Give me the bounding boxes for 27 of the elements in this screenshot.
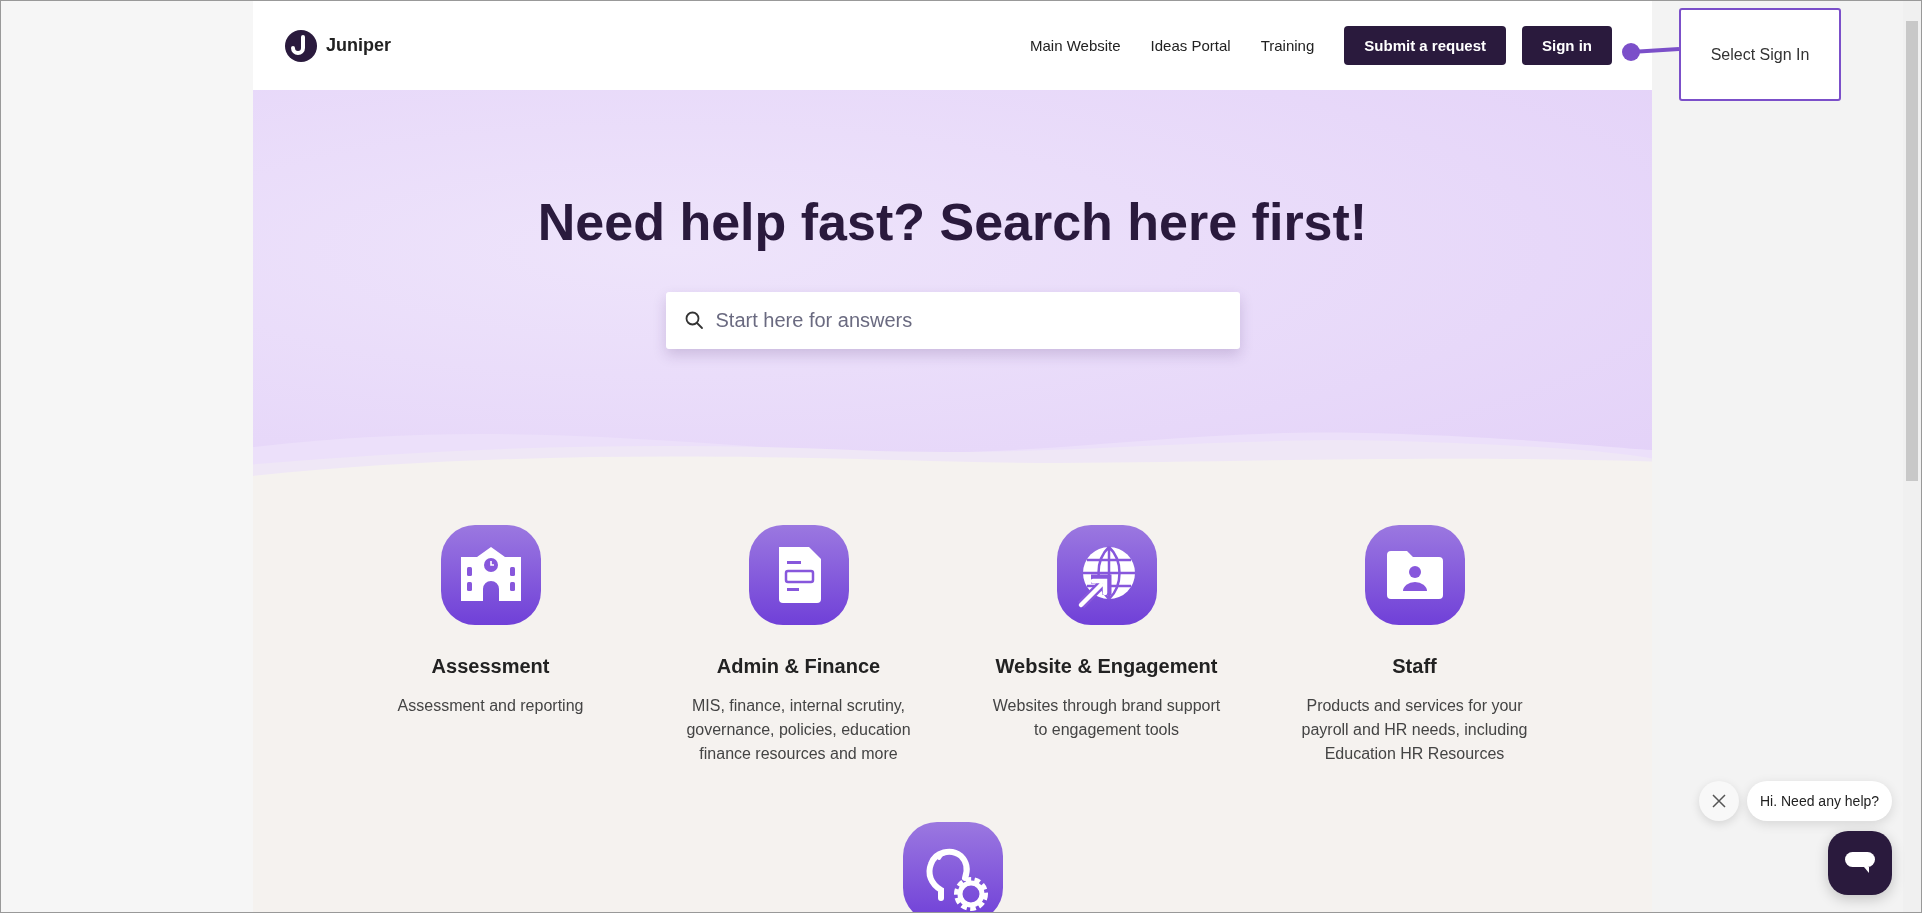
callout-text: Select Sign In xyxy=(1710,45,1810,64)
scrollbar[interactable] xyxy=(1903,1,1921,912)
search-field[interactable]: Start here for answers xyxy=(665,292,1240,349)
school-building-icon[interactable] xyxy=(440,525,541,625)
category-title[interactable]: Assessment xyxy=(431,655,550,678)
category-description: MIS, finance, internal scrutiny, governance, policies, education finance resources and more xyxy=(685,696,912,764)
chat-greeting[interactable]: Hi. Need any help? xyxy=(1747,781,1893,821)
nav-link[interactable]: Training xyxy=(1260,37,1315,54)
submit-request-button[interactable]: Submit a request xyxy=(1344,26,1506,65)
category-description: Products and services for your payroll and HR needs, including Education HR Resources xyxy=(1300,696,1529,764)
hero-title: Need help fast? Search here first! xyxy=(537,192,1368,252)
globe-cursor-icon[interactable] xyxy=(1056,525,1157,625)
category-description: Assessment and reporting xyxy=(396,696,585,716)
sign-in-button[interactable]: Sign in xyxy=(1522,26,1612,65)
chat-button[interactable] xyxy=(1828,831,1893,895)
person-folder-icon[interactable] xyxy=(1364,525,1465,625)
logo-text[interactable]: Juniper xyxy=(326,35,391,56)
close-icon xyxy=(1712,794,1726,808)
category-description: Websites through brand support to engagement tools xyxy=(991,696,1222,740)
nav-link[interactable]: Ideas Portal xyxy=(1150,37,1231,54)
document-icon[interactable] xyxy=(748,525,849,625)
logo-icon xyxy=(285,29,317,62)
category-title[interactable]: Staff xyxy=(1392,655,1437,678)
category-title[interactable]: Website & Engagement xyxy=(995,655,1218,678)
category-title[interactable]: Admin & Finance xyxy=(716,655,881,678)
nav-link[interactable]: Main Website xyxy=(1030,37,1121,54)
lightbulb-gear-icon[interactable] xyxy=(902,822,1003,912)
